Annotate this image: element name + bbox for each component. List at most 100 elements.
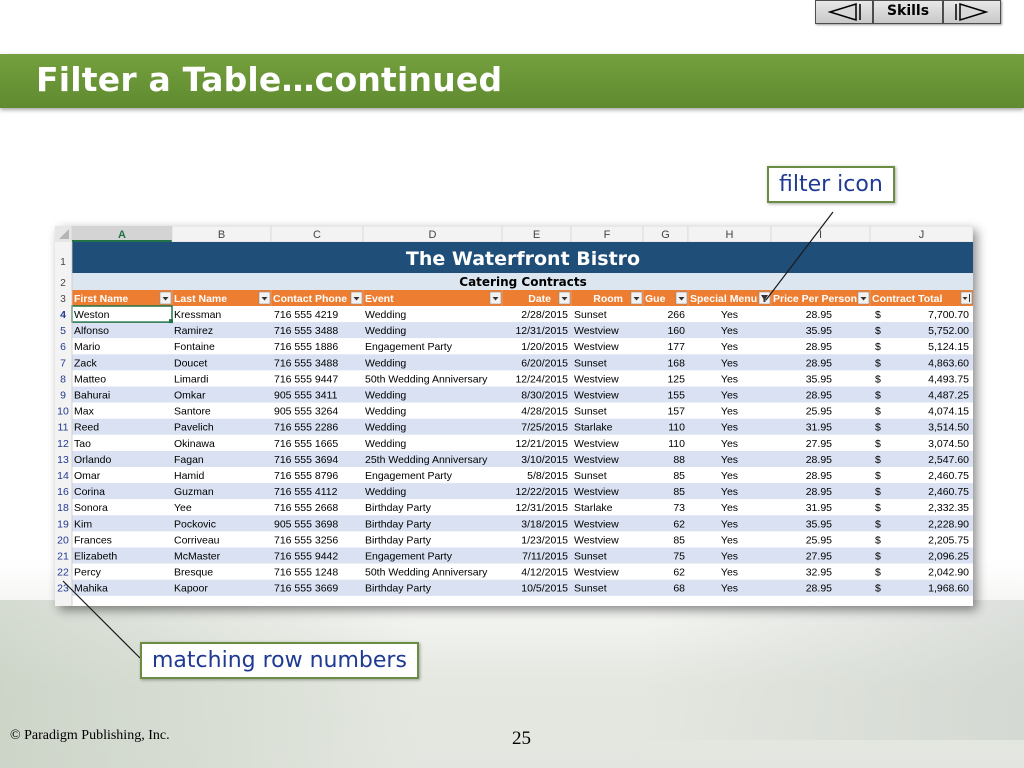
cell-price-per-person[interactable]: 35.95 [806, 325, 832, 337]
cell-date[interactable]: 1/20/2015 [521, 341, 568, 353]
cell-guests[interactable]: 85 [673, 486, 685, 498]
cell-contract-total[interactable]: 2,228.90 [928, 518, 969, 530]
cell-special-menu[interactable]: Yes [721, 373, 738, 385]
cell-price-per-person[interactable]: 28.95 [806, 454, 832, 466]
cell-event[interactable]: 50th Wedding Anniversary [365, 373, 488, 385]
cell-event[interactable]: Birthday Party [365, 583, 432, 595]
cell-currency-symbol[interactable]: $ [875, 486, 881, 498]
cell-event[interactable]: Wedding [365, 309, 406, 321]
cell-contract-total[interactable]: 4,863.60 [928, 357, 969, 369]
cell-last-name[interactable]: Fontaine [174, 341, 215, 353]
cell-last-name[interactable]: McMaster [174, 551, 221, 563]
cell-price-per-person[interactable]: 27.95 [806, 551, 832, 563]
cell-special-menu[interactable]: Yes [721, 454, 738, 466]
cell-contact-phone[interactable]: 716 555 3256 [274, 534, 338, 546]
cell-contact-phone[interactable]: 716 555 2286 [274, 422, 338, 434]
cell-special-menu[interactable]: Yes [721, 534, 738, 546]
cell-contact-phone[interactable]: 905 555 3264 [274, 406, 338, 418]
cell-guests[interactable]: 125 [667, 373, 685, 385]
select-all-corner[interactable] [55, 226, 72, 242]
cell-guests[interactable]: 85 [673, 534, 685, 546]
cell-first-name[interactable]: Sonora [74, 502, 108, 514]
cell-last-name[interactable]: Limardi [174, 373, 208, 385]
cell-room[interactable]: Sunset [574, 583, 607, 595]
cell-last-name[interactable]: Kressman [174, 309, 221, 321]
cell-last-name[interactable]: Fagan [174, 454, 204, 466]
row-number-19[interactable]: 19 [57, 518, 69, 530]
cell-special-menu[interactable]: Yes [721, 470, 738, 482]
cell-last-name[interactable]: Corriveau [174, 534, 220, 546]
cell-room[interactable]: Starlake [574, 502, 613, 514]
cell-room[interactable]: Westview [574, 486, 619, 498]
cell-guests[interactable]: 75 [673, 551, 685, 563]
cell-contact-phone[interactable]: 905 555 3411 [274, 390, 338, 402]
cell-guests[interactable]: 157 [667, 406, 685, 418]
cell-room[interactable]: Westview [574, 325, 619, 337]
cell-date[interactable]: 12/24/2015 [515, 373, 568, 385]
row-number-2[interactable]: 2 [60, 278, 66, 289]
cell-guests[interactable]: 62 [673, 518, 685, 530]
cell-first-name[interactable]: Zack [74, 357, 98, 369]
cell-event[interactable]: 50th Wedding Anniversary [365, 567, 488, 579]
row-number-13[interactable]: 13 [57, 454, 69, 466]
cell-event[interactable]: 25th Wedding Anniversary [365, 454, 488, 466]
cell-price-per-person[interactable]: 28.95 [806, 309, 832, 321]
cell-currency-symbol[interactable]: $ [875, 534, 881, 546]
cell-special-menu[interactable]: Yes [721, 309, 738, 321]
cell-date[interactable]: 3/18/2015 [521, 518, 568, 530]
cell-date[interactable]: 7/25/2015 [521, 422, 568, 434]
next-slide-button[interactable] [943, 0, 1001, 24]
row-number-3[interactable]: 3 [60, 294, 66, 305]
cell-contract-total[interactable]: 2,205.75 [928, 534, 969, 546]
cell-currency-symbol[interactable]: $ [875, 502, 881, 514]
cell-date[interactable]: 7/11/2015 [522, 551, 568, 563]
row-number-22[interactable]: 22 [57, 567, 69, 579]
cell-currency-symbol[interactable]: $ [875, 325, 881, 337]
cell-room[interactable]: Starlake [574, 422, 613, 434]
cell-first-name[interactable]: Corina [74, 486, 105, 498]
cell-event[interactable]: Wedding [365, 357, 406, 369]
cell-currency-symbol[interactable]: $ [875, 390, 881, 402]
cell-price-per-person[interactable]: 28.95 [806, 470, 832, 482]
cell-first-name[interactable]: Reed [74, 422, 99, 434]
previous-slide-button[interactable] [815, 0, 873, 24]
cell-price-per-person[interactable]: 31.95 [806, 422, 832, 434]
cell-first-name[interactable]: Bahurai [74, 390, 110, 402]
cell-room[interactable]: Westview [574, 534, 619, 546]
cell-last-name[interactable]: Santore [174, 406, 211, 418]
cell-contract-total[interactable]: 1,968.60 [928, 583, 969, 595]
row-number-5[interactable]: 5 [60, 325, 66, 337]
cell-contact-phone[interactable]: 716 555 9447 [274, 373, 338, 385]
cell-date[interactable]: 12/21/2015 [515, 438, 568, 450]
cell-contact-phone[interactable]: 716 555 2668 [274, 502, 338, 514]
cell-special-menu[interactable]: Yes [721, 486, 738, 498]
cell-guests[interactable]: 266 [667, 309, 685, 321]
cell-first-name[interactable]: Tao [74, 438, 91, 450]
cell-event[interactable]: Wedding [365, 486, 406, 498]
cell-currency-symbol[interactable]: $ [875, 422, 881, 434]
cell-special-menu[interactable]: Yes [721, 406, 738, 418]
cell-date[interactable]: 10/5/2015 [521, 583, 568, 595]
cell-event[interactable]: Engagement Party [365, 341, 453, 353]
row-number-16[interactable]: 16 [57, 486, 69, 498]
cell-contract-total[interactable]: 7,700.70 [928, 309, 969, 321]
cell-event[interactable]: Wedding [365, 390, 406, 402]
cell-contact-phone[interactable]: 716 555 3694 [274, 454, 338, 466]
cell-date[interactable]: 12/22/2015 [515, 486, 568, 498]
cell-special-menu[interactable]: Yes [721, 551, 738, 563]
cell-price-per-person[interactable]: 28.95 [806, 390, 832, 402]
cell-date[interactable]: 6/20/2015 [521, 357, 568, 369]
row-number-23[interactable]: 23 [57, 583, 69, 595]
row-number-1[interactable]: 1 [60, 257, 66, 268]
cell-room[interactable]: Westview [574, 341, 619, 353]
cell-contact-phone[interactable]: 716 555 1248 [274, 567, 338, 579]
cell-event[interactable]: Wedding [365, 438, 406, 450]
cell-date[interactable]: 4/12/2015 [521, 567, 568, 579]
cell-contract-total[interactable]: 2,547.60 [928, 454, 969, 466]
row-number-12[interactable]: 12 [57, 438, 69, 450]
cell-first-name[interactable]: Matteo [74, 373, 106, 385]
cell-guests[interactable]: 168 [667, 357, 685, 369]
cell-currency-symbol[interactable]: $ [875, 309, 881, 321]
cell-room[interactable]: Westview [574, 518, 619, 530]
cell-first-name[interactable]: Frances [74, 534, 112, 546]
